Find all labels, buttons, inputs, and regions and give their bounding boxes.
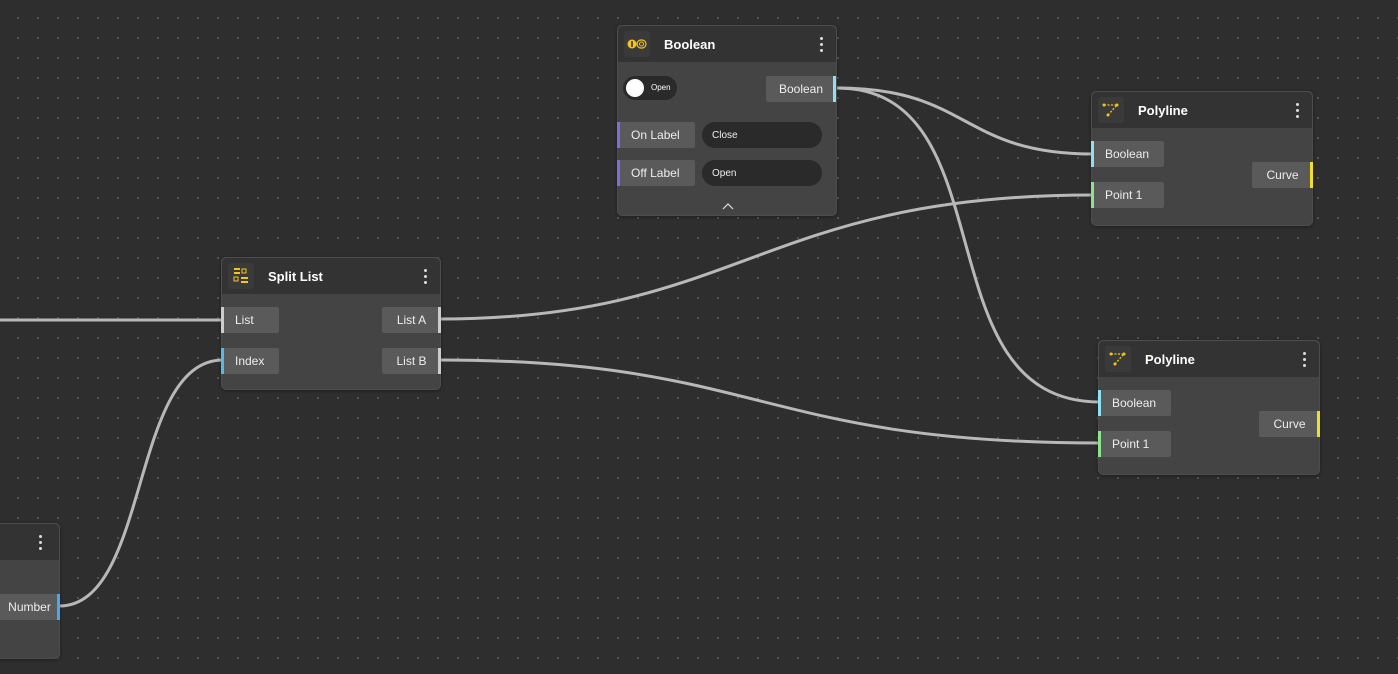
polyline-bottom-boolean-port[interactable]: Boolean xyxy=(1098,390,1171,416)
list-input-connector[interactable] xyxy=(221,307,224,333)
boolean-output-connector[interactable] xyxy=(833,76,836,102)
polyline-top-menu-icon[interactable] xyxy=(1292,100,1302,120)
off-label-input[interactable]: Open xyxy=(702,160,822,186)
polyline-bottom-curve-connector[interactable] xyxy=(1317,411,1320,437)
polyline-bottom-title: Polyline xyxy=(1145,351,1195,367)
polyline-top-curve-port[interactable]: Curve xyxy=(1252,162,1313,188)
wire-number-to-index xyxy=(58,358,224,608)
polyline-bottom-point1-connector[interactable] xyxy=(1098,431,1101,457)
polyline-icon xyxy=(1098,97,1124,123)
polyline-top-boolean-port[interactable]: Boolean xyxy=(1091,141,1164,167)
number-node[interactable]: Number xyxy=(0,523,60,659)
list-input-port[interactable]: List xyxy=(221,307,279,333)
off-label-connector[interactable] xyxy=(617,160,620,186)
polyline-bottom-curve-label: Curve xyxy=(1273,417,1306,431)
index-input-label: Index xyxy=(235,354,265,368)
on-label-connector[interactable] xyxy=(617,122,620,148)
list-b-output-connector[interactable] xyxy=(438,348,441,374)
polyline-node-bottom[interactable]: Polyline Boolean Point 1 Curve xyxy=(1098,340,1320,475)
polyline-bottom-point1-port[interactable]: Point 1 xyxy=(1098,431,1171,457)
polyline-bottom-menu-icon[interactable] xyxy=(1299,349,1309,369)
index-input-connector[interactable] xyxy=(221,348,224,374)
toggle-label: Open xyxy=(651,83,671,92)
polyline-bottom-point1-label: Point 1 xyxy=(1112,437,1150,451)
polyline-top-header[interactable]: Polyline xyxy=(1092,92,1312,128)
list-b-output-label: List B xyxy=(396,354,427,368)
wire-boolean-to-boolean-bottom xyxy=(836,86,1101,404)
number-output-port[interactable]: Number xyxy=(0,594,60,620)
off-label-value: Open xyxy=(712,167,737,179)
polyline-icon xyxy=(1105,346,1131,372)
polyline-node-top[interactable]: Polyline Boolean Point 1 Curve xyxy=(1091,91,1313,226)
polyline-bottom-header[interactable]: Polyline xyxy=(1099,341,1319,377)
polyline-top-curve-label: Curve xyxy=(1266,168,1299,182)
on-label-port[interactable]: On Label xyxy=(617,122,695,148)
polyline-top-title: Polyline xyxy=(1138,102,1188,118)
on-label-label: On Label xyxy=(631,128,680,142)
split-list-node-menu-icon[interactable] xyxy=(420,266,430,286)
list-a-output-label: List A xyxy=(396,313,427,327)
number-node-menu-icon[interactable] xyxy=(35,532,45,552)
polyline-top-point1-connector[interactable] xyxy=(1091,182,1094,208)
polyline-top-boolean-label: Boolean xyxy=(1105,147,1150,161)
polyline-top-point1-port[interactable]: Point 1 xyxy=(1091,182,1164,208)
off-label-port[interactable]: Off Label xyxy=(617,160,695,186)
polyline-bottom-boolean-label: Boolean xyxy=(1112,396,1157,410)
chevron-up-icon xyxy=(722,203,734,210)
list-a-output-connector[interactable] xyxy=(438,307,441,333)
split-list-node[interactable]: Split List List Index List A List B xyxy=(221,257,441,390)
boolean-node-menu-icon[interactable] xyxy=(816,34,826,54)
toggle-knob xyxy=(626,79,644,97)
boolean-node-title: Boolean xyxy=(664,36,716,52)
number-output-label: Number xyxy=(8,600,51,614)
on-label-input[interactable]: Close xyxy=(702,122,822,148)
polyline-top-point1-label: Point 1 xyxy=(1105,188,1143,202)
wire-boolean-to-boolean-top xyxy=(836,86,1094,156)
number-node-header[interactable] xyxy=(0,524,59,560)
on-label-value: Close xyxy=(712,129,738,141)
polyline-top-boolean-connector[interactable] xyxy=(1091,141,1094,167)
number-output-connector[interactable] xyxy=(57,594,60,620)
boolean-node[interactable]: Boolean Open Boolean On Label Close Off … xyxy=(617,25,837,216)
split-list-node-title: Split List xyxy=(268,268,323,284)
off-label-label: Off Label xyxy=(631,166,680,180)
boolean-toggle-icon xyxy=(624,31,650,57)
wire-list-b-to-point1-bottom xyxy=(439,358,1101,445)
list-a-output-port[interactable]: List A xyxy=(382,307,441,333)
boolean-output-port[interactable]: Boolean xyxy=(766,76,836,102)
split-list-node-header[interactable]: Split List xyxy=(222,258,440,294)
boolean-node-header[interactable]: Boolean xyxy=(618,26,836,62)
polyline-bottom-boolean-connector[interactable] xyxy=(1098,390,1101,416)
collapse-button[interactable] xyxy=(718,199,738,213)
polyline-bottom-curve-port[interactable]: Curve xyxy=(1259,411,1320,437)
list-b-output-port[interactable]: List B xyxy=(382,348,441,374)
polyline-top-curve-connector[interactable] xyxy=(1310,162,1313,188)
index-input-port[interactable]: Index xyxy=(221,348,279,374)
boolean-toggle[interactable]: Open xyxy=(623,76,677,100)
list-input-label: List xyxy=(235,313,254,327)
split-list-icon xyxy=(228,263,254,289)
boolean-output-label: Boolean xyxy=(778,82,824,96)
